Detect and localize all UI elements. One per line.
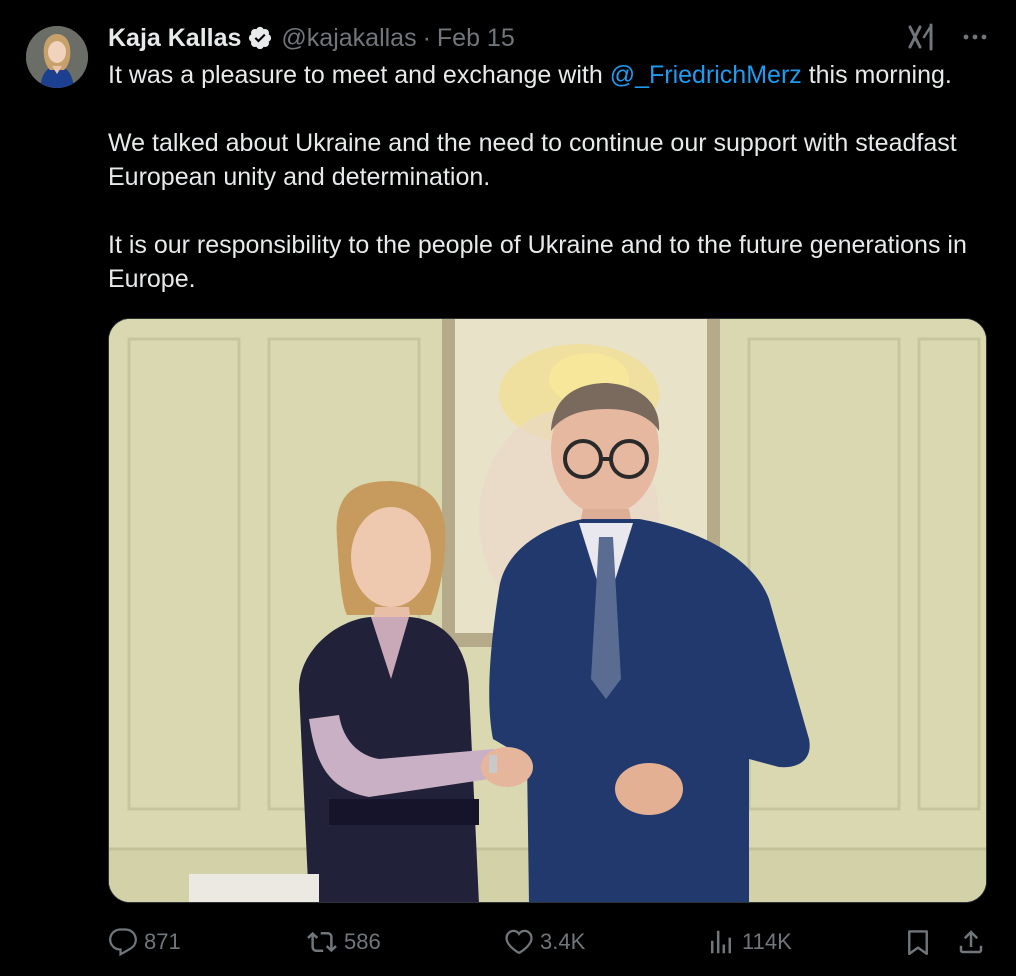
verified-badge-icon — [247, 25, 273, 51]
text-segment: It was a pleasure to meet and exchange w… — [108, 61, 610, 89]
tweet-text: It was a pleasure to meet and exchange w… — [108, 58, 988, 296]
tweet-paragraph-2: We talked about Ukraine and the need to … — [108, 129, 957, 191]
display-name[interactable]: Kaja Kallas — [108, 24, 241, 53]
tweet: Kaja Kallas @kajakallas · Feb 15 It was … — [0, 0, 1016, 976]
grok-icon[interactable] — [906, 22, 936, 52]
tweet-actions: 871 586 3.4K 114K — [108, 920, 988, 964]
share-button[interactable] — [956, 920, 986, 964]
tweet-paragraph-1: It was a pleasure to meet and exchange w… — [108, 58, 988, 92]
share-icon — [956, 927, 986, 957]
text-segment: this morning. — [801, 61, 952, 89]
separator-dot: · — [422, 23, 431, 52]
repost-count: 586 — [344, 929, 381, 954]
mention-link[interactable]: @_FriedrichMerz — [610, 61, 802, 89]
avatar[interactable] — [26, 26, 88, 88]
author-handle[interactable]: @kajakallas — [281, 24, 416, 53]
profile-photo-icon — [26, 26, 88, 88]
reply-count: 871 — [144, 929, 181, 954]
bookmark-icon — [903, 927, 933, 957]
repost-button[interactable]: 586 — [306, 920, 381, 964]
tweet-header: Kaja Kallas @kajakallas · Feb 15 — [108, 20, 515, 56]
bookmark-button[interactable] — [903, 920, 933, 964]
like-count: 3.4K — [540, 929, 586, 954]
views-button[interactable]: 114K — [706, 920, 792, 964]
photo-image — [109, 319, 986, 902]
repost-icon — [306, 927, 338, 957]
tweet-paragraph-3: It is our responsibility to the people o… — [108, 231, 967, 293]
reply-icon — [108, 927, 138, 957]
more-icon[interactable] — [960, 22, 990, 52]
reply-button[interactable]: 871 — [108, 920, 181, 964]
tweet-photo[interactable] — [108, 318, 987, 903]
tweet-date[interactable]: Feb 15 — [437, 24, 515, 53]
top-actions — [906, 22, 990, 52]
heart-icon — [504, 927, 534, 957]
views-count: 114K — [742, 929, 792, 954]
views-icon — [706, 927, 736, 957]
like-button[interactable]: 3.4K — [504, 920, 585, 964]
